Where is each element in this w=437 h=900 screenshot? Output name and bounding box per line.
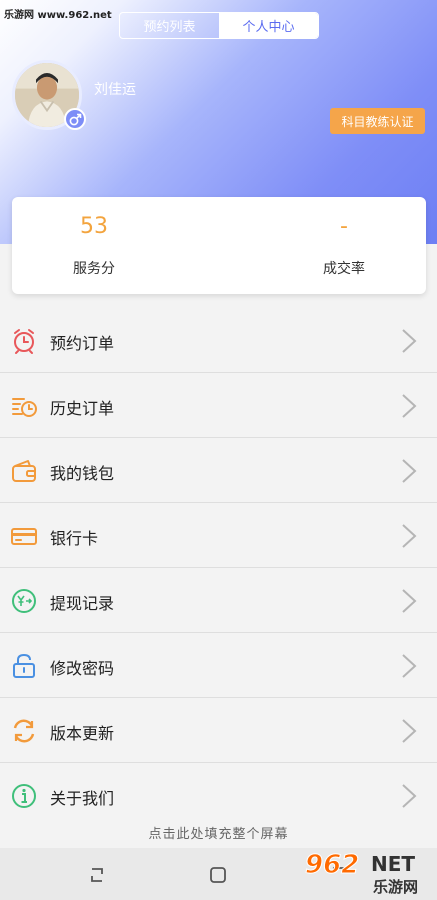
lock-icon [13, 653, 35, 678]
male-icon [64, 108, 86, 130]
site-watermark: 乐游网 www.962.net [4, 10, 112, 21]
menu-item-withdraw-records[interactable]: 提现记录 [0, 568, 437, 633]
chevron-right-icon [402, 394, 417, 418]
deal-rate-value: - [340, 214, 348, 239]
watermark-number: 962 [304, 850, 360, 881]
username: 刘佳运 [94, 82, 136, 98]
tab-personal-center[interactable]: 个人中心 [219, 13, 318, 38]
home-button-icon[interactable] [207, 864, 229, 886]
chevron-right-icon [402, 654, 417, 678]
service-score-label: 服务分 [73, 261, 115, 277]
chevron-right-icon [402, 329, 417, 353]
menu-list: 预约订单 历史订单 我的钱包 银行卡 提现记录 修改密码 版本更新 关于我们 [0, 308, 437, 828]
menu-item-label: 修改密码 [50, 659, 115, 678]
menu-item-bank-card[interactable]: 银行卡 [0, 503, 437, 568]
watermark-cn: 乐游网 [373, 878, 419, 896]
wallet-icon [12, 460, 36, 482]
menu-item-label: 提现记录 [50, 594, 115, 613]
menu-item-history-orders[interactable]: 历史订单 [0, 373, 437, 438]
coach-certification-button[interactable]: 科目教练认证 [330, 108, 425, 134]
menu-item-label: 我的钱包 [50, 464, 115, 483]
menu-item-label: 历史订单 [50, 399, 115, 418]
service-score-stat[interactable]: 53 服务分 [14, 197, 174, 294]
fullscreen-hint[interactable]: 点击此处填充整个屏幕 [0, 816, 437, 848]
history-clock-icon [12, 398, 37, 417]
recent-apps-icon[interactable] [86, 864, 108, 886]
deal-rate-label: 成交率 [323, 261, 365, 277]
alarm-clock-icon [14, 329, 34, 354]
menu-item-appointment-orders[interactable]: 预约订单 [0, 308, 437, 373]
withdraw-icon [12, 589, 36, 613]
stats-card: 53 服务分 - 成交率 [12, 197, 426, 294]
bank-card-icon [11, 528, 37, 545]
deal-rate-stat[interactable]: - 成交率 [264, 197, 424, 294]
chevron-right-icon [402, 589, 417, 613]
top-tabs: 预约列表 个人中心 [119, 12, 319, 39]
chevron-right-icon [402, 784, 417, 808]
chevron-right-icon [402, 524, 417, 548]
tab-appointment-list[interactable]: 预约列表 [120, 13, 219, 38]
chevron-right-icon [402, 719, 417, 743]
watermark-net: NET [371, 852, 416, 876]
menu-item-version-update[interactable]: 版本更新 [0, 698, 437, 763]
chevron-right-icon [402, 459, 417, 483]
info-icon [12, 784, 36, 808]
service-score-value: 53 [80, 214, 108, 239]
menu-item-label: 关于我们 [50, 789, 115, 808]
brand-watermark: 962 NET 乐游网 [299, 850, 433, 897]
menu-item-label: 银行卡 [50, 529, 99, 548]
menu-item-change-password[interactable]: 修改密码 [0, 633, 437, 698]
menu-item-label: 预约订单 [50, 334, 115, 353]
menu-item-label: 版本更新 [50, 724, 115, 743]
menu-item-my-wallet[interactable]: 我的钱包 [0, 438, 437, 503]
refresh-icon [13, 719, 35, 743]
